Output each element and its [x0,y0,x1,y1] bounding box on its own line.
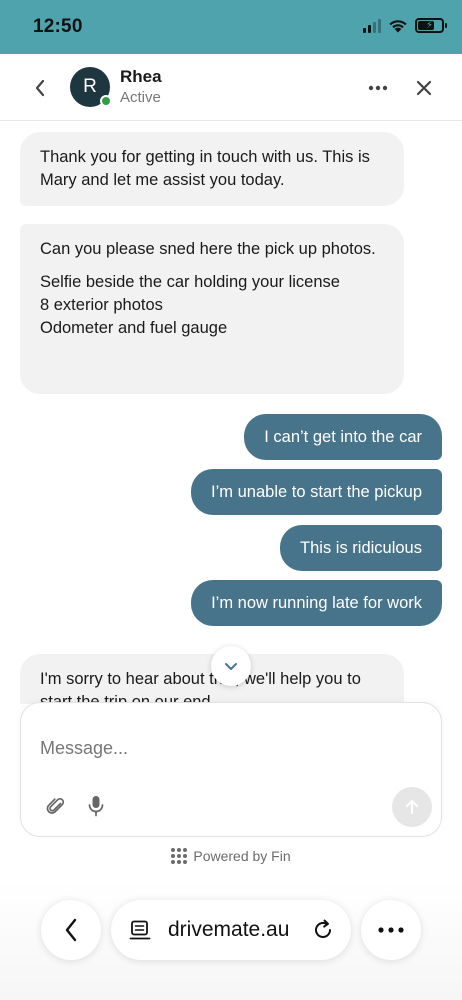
conversation[interactable]: Thank you for getting in touch with us. … [0,122,462,704]
powered-by-label: Powered by Fin [193,848,291,864]
chevron-down-icon [225,662,237,670]
browser-back-button[interactable] [41,900,101,960]
more-options-button[interactable] [364,76,392,100]
user-message: I can’t get into the car [244,414,442,460]
microphone-icon [88,796,104,817]
close-icon [416,80,432,96]
user-message: I’m unable to start the pickup [191,469,442,515]
reader-mode-icon [129,920,151,940]
reload-icon[interactable] [311,918,335,942]
user-message: I’m now running late for work [191,580,442,626]
close-button[interactable] [410,74,438,102]
url-text: drivemate.au [168,918,290,941]
chevron-left-icon [35,79,45,97]
chevron-left-icon [65,918,77,942]
status-time: 12:50 [33,16,83,37]
battery-charging-icon: ⚡ [415,18,447,33]
message-line: Selfie beside the car holding your licen… [40,273,340,291]
fin-logo-icon [171,848,188,864]
message-text: Can you please sned here the pick up pho… [40,240,376,258]
attach-button[interactable] [45,795,67,817]
agent-status: Active [120,89,161,106]
browser-toolbar: drivemate.au [0,880,462,1000]
back-button[interactable] [26,74,54,102]
message-input[interactable] [40,733,420,763]
agent-message: Can you please sned here the pick up pho… [20,224,404,394]
online-status-dot [100,95,112,107]
message-text: Thank you for getting in touch with us. … [40,148,370,189]
ellipsis-icon [378,927,404,933]
wifi-icon [389,20,407,33]
user-message: This is ridiculous [280,525,442,571]
arrow-up-icon [406,800,418,814]
browser-more-button[interactable] [361,900,421,960]
message-line: 8 exterior photos [40,296,163,314]
message-composer [20,702,442,837]
status-bar: 12:50 ⚡ [0,0,462,54]
agent-name: Rhea [120,67,162,86]
address-bar[interactable]: drivemate.au [111,900,351,960]
microphone-button[interactable] [85,794,107,818]
powered-by-fin[interactable]: Powered by Fin [0,848,462,864]
message-text: Selfie beside the car holding your licen… [40,271,384,340]
message-line: Odometer and fuel gauge [40,319,228,337]
chat-header: R Rhea Active [0,54,462,121]
status-icons: ⚡ [363,18,447,33]
scroll-to-bottom-button[interactable] [211,646,251,686]
paperclip-icon [46,798,65,814]
ellipsis-icon [368,85,388,91]
send-button[interactable] [392,787,432,827]
cellular-signal-icon [363,18,381,33]
agent-message: Thank you for getting in touch with us. … [20,132,404,206]
